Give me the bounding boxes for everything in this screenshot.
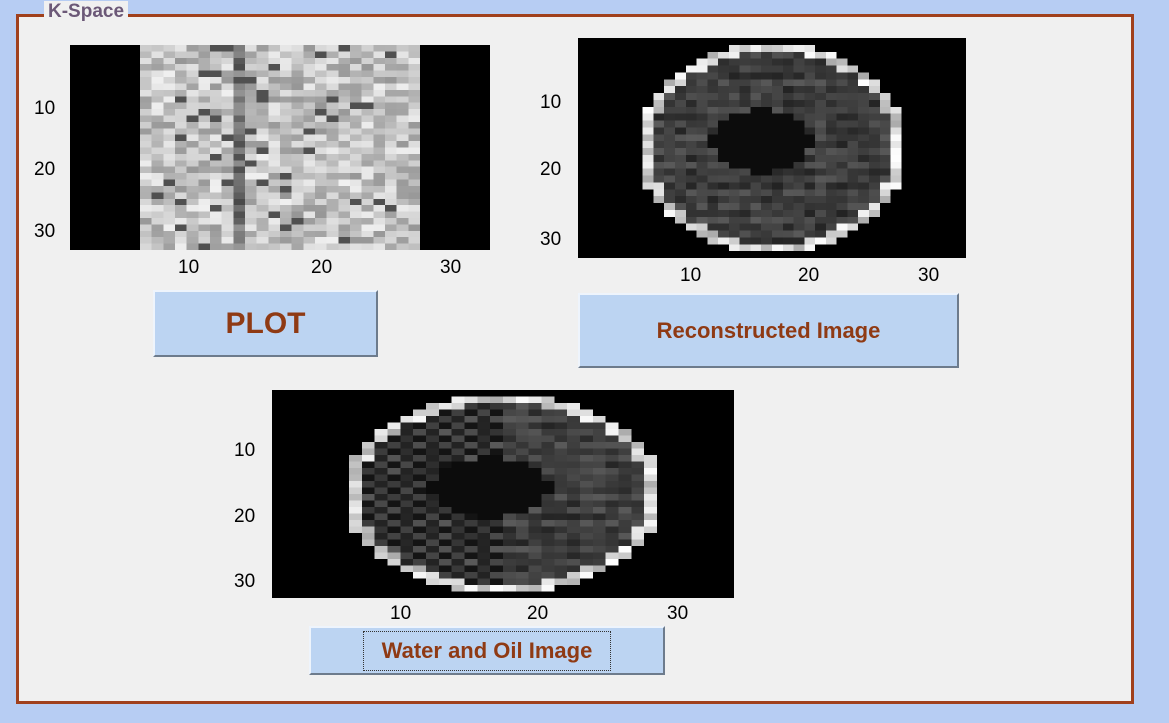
water-xtick-30: 30: [667, 603, 689, 624]
water-ytick-30: 30: [234, 571, 256, 592]
recon-ytick-10: 10: [540, 92, 562, 113]
reconstructed-image-button[interactable]: Reconstructed Image: [578, 293, 959, 368]
recon-xtick-20: 20: [798, 265, 820, 286]
water-ytick-20: 20: [234, 506, 256, 527]
water-xtick-20: 20: [527, 603, 549, 624]
kspace-ytick-30: 30: [34, 221, 56, 242]
water-oil-image-axes: [272, 390, 734, 598]
water-oil-image: [272, 390, 734, 598]
kspace-image-axes: [70, 45, 490, 250]
recon-ytick-30: 30: [540, 229, 562, 250]
kspace-xtick-30: 30: [440, 257, 462, 278]
kspace-ytick-20: 20: [34, 159, 56, 180]
recon-xtick-30: 30: [918, 265, 940, 286]
kspace-image: [70, 45, 490, 250]
kspace-xtick-20: 20: [311, 257, 333, 278]
kspace-xtick-10: 10: [178, 257, 200, 278]
water-oil-image-button-label: Water and Oil Image: [362, 630, 612, 671]
water-ytick-10: 10: [234, 440, 256, 461]
reconstructed-image-axes: [578, 38, 966, 258]
water-oil-image-button[interactable]: Water and Oil Image: [309, 626, 665, 675]
plot-button[interactable]: PLOT: [153, 290, 378, 357]
panel-title: K-Space: [44, 1, 129, 23]
recon-ytick-20: 20: [540, 159, 562, 180]
recon-xtick-10: 10: [680, 265, 702, 286]
water-xtick-10: 10: [390, 603, 412, 624]
kspace-ytick-10: 10: [34, 98, 56, 119]
reconstructed-image: [578, 38, 966, 258]
